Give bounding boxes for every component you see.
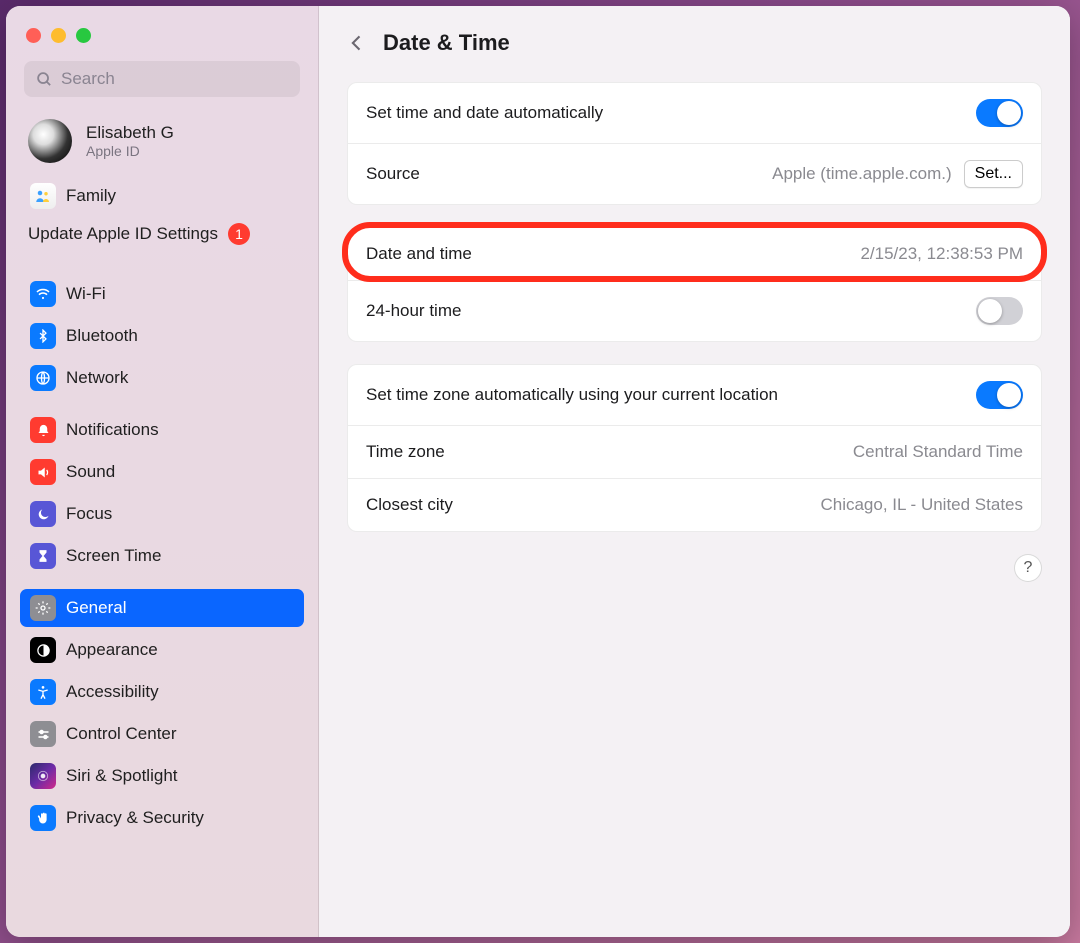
update-badge: 1 xyxy=(228,223,250,245)
sidebar-item-focus[interactable]: Focus xyxy=(20,495,304,533)
sidebar-item-privacy[interactable]: Privacy & Security xyxy=(20,799,304,837)
avatar xyxy=(28,119,72,163)
auto-tz-toggle[interactable] xyxy=(976,381,1023,409)
date-time-value: 2/15/23, 12:38:53 PM xyxy=(860,244,1023,264)
group-time-zone: Set time zone automatically using your c… xyxy=(347,364,1042,532)
label: Date and time xyxy=(366,244,472,264)
gear-icon xyxy=(30,595,56,621)
search-input[interactable]: Search xyxy=(24,61,300,97)
speaker-icon xyxy=(30,459,56,485)
siri-icon xyxy=(30,763,56,789)
sidebar-item-general[interactable]: General xyxy=(20,589,304,627)
sliders-icon xyxy=(30,721,56,747)
user-sub: Apple ID xyxy=(86,143,174,159)
sidebar-item-wifi[interactable]: Wi-Fi xyxy=(20,275,304,313)
close-window-button[interactable] xyxy=(26,28,41,43)
sidebar-item-siri[interactable]: Siri & Spotlight xyxy=(20,757,304,795)
window-controls xyxy=(26,28,304,43)
apple-id-row[interactable]: Elisabeth G Apple ID xyxy=(20,115,304,177)
row-auto-time: Set time and date automatically xyxy=(348,83,1041,144)
sidebar-item-label: Bluetooth xyxy=(66,326,138,346)
minimize-window-button[interactable] xyxy=(51,28,66,43)
sidebar-item-label: Sound xyxy=(66,462,115,482)
row-source: Source Apple (time.apple.com.) Set... xyxy=(348,144,1041,204)
city-value: Chicago, IL - United States xyxy=(820,495,1023,515)
header: Date & Time xyxy=(347,30,1042,56)
sidebar-item-accessibility[interactable]: Accessibility xyxy=(20,673,304,711)
hand-icon xyxy=(30,805,56,831)
sidebar-item-control-center[interactable]: Control Center xyxy=(20,715,304,753)
bluetooth-icon xyxy=(30,323,56,349)
help-button[interactable]: ? xyxy=(1014,554,1042,582)
bell-icon xyxy=(30,417,56,443)
sidebar-item-label: Family xyxy=(66,186,116,206)
appearance-icon xyxy=(30,637,56,663)
source-value: Apple (time.apple.com.) xyxy=(772,164,952,184)
sidebar-item-appearance[interactable]: Appearance xyxy=(20,631,304,669)
label: 24-hour time xyxy=(366,301,461,321)
group-auto-time: Set time and date automatically Source A… xyxy=(347,82,1042,205)
back-button[interactable] xyxy=(347,33,367,53)
label: Source xyxy=(366,164,420,184)
sidebar-item-label: Appearance xyxy=(66,640,158,660)
sidebar-item-label: General xyxy=(66,598,126,618)
family-icon xyxy=(30,183,56,209)
sidebar-item-label: Notifications xyxy=(66,420,159,440)
label: Closest city xyxy=(366,495,453,515)
sidebar-item-label: Accessibility xyxy=(66,682,159,702)
label: Set time zone automatically using your c… xyxy=(366,385,778,405)
update-apple-id-row[interactable]: Update Apple ID Settings 1 xyxy=(20,219,304,261)
tz-value: Central Standard Time xyxy=(853,442,1023,462)
sidebar: Search Elisabeth G Apple ID Family Updat… xyxy=(6,6,319,937)
zoom-window-button[interactable] xyxy=(76,28,91,43)
row-auto-tz: Set time zone automatically using your c… xyxy=(348,365,1041,426)
sidebar-item-label: Siri & Spotlight xyxy=(66,766,178,786)
system-settings-window: Search Elisabeth G Apple ID Family Updat… xyxy=(6,6,1070,937)
wifi-icon xyxy=(30,281,56,307)
sidebar-item-notifications[interactable]: Notifications xyxy=(20,411,304,449)
row-tz: Time zone Central Standard Time xyxy=(348,426,1041,479)
row-city: Closest city Chicago, IL - United States xyxy=(348,479,1041,531)
moon-icon xyxy=(30,501,56,527)
sidebar-item-label: Network xyxy=(66,368,128,388)
update-label: Update Apple ID Settings xyxy=(28,224,218,244)
row-24h: 24-hour time xyxy=(348,281,1041,341)
set-source-button[interactable]: Set... xyxy=(964,160,1023,188)
search-icon xyxy=(36,71,53,88)
sidebar-item-label: Screen Time xyxy=(66,546,161,566)
sidebar-item-label: Focus xyxy=(66,504,112,524)
sidebar-item-label: Control Center xyxy=(66,724,177,744)
sidebar-item-sound[interactable]: Sound xyxy=(20,453,304,491)
twentyfour-hour-toggle[interactable] xyxy=(976,297,1023,325)
accessibility-icon xyxy=(30,679,56,705)
sidebar-item-family[interactable]: Family xyxy=(20,177,304,215)
sidebar-item-label: Privacy & Security xyxy=(66,808,204,828)
sidebar-item-network[interactable]: Network xyxy=(20,359,304,397)
sidebar-item-screen-time[interactable]: Screen Time xyxy=(20,537,304,575)
auto-time-toggle[interactable] xyxy=(976,99,1023,127)
hourglass-icon xyxy=(30,543,56,569)
detail-pane: Date & Time Set time and date automatica… xyxy=(319,6,1070,937)
search-placeholder: Search xyxy=(61,69,115,89)
row-date-time: Date and time 2/15/23, 12:38:53 PM xyxy=(348,228,1041,281)
group-date-time: Date and time 2/15/23, 12:38:53 PM 24-ho… xyxy=(347,227,1042,342)
label: Time zone xyxy=(366,442,445,462)
sidebar-item-label: Wi-Fi xyxy=(66,284,106,304)
user-name: Elisabeth G xyxy=(86,123,174,143)
network-icon xyxy=(30,365,56,391)
sidebar-item-bluetooth[interactable]: Bluetooth xyxy=(20,317,304,355)
page-title: Date & Time xyxy=(383,30,510,56)
label: Set time and date automatically xyxy=(366,103,603,123)
